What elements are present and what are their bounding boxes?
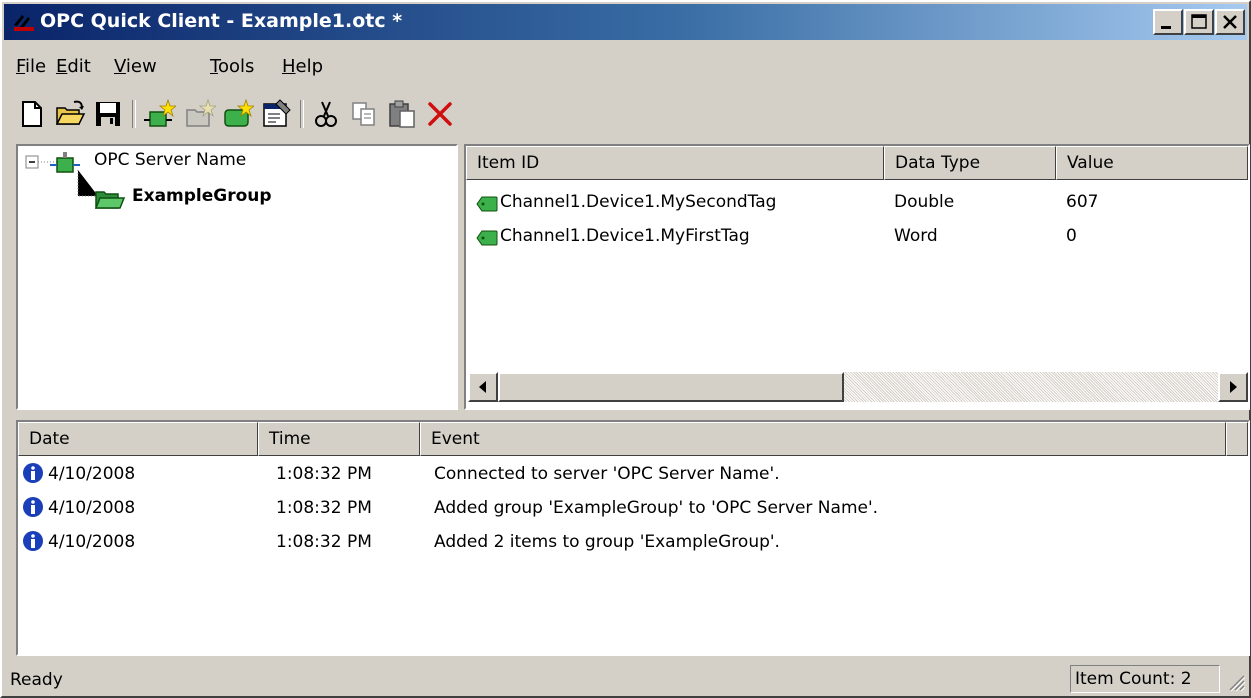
close-icon	[1223, 15, 1237, 29]
column-header-data-type[interactable]: Data Type	[884, 146, 1056, 180]
log-date-cell: 4/10/2008	[48, 532, 136, 552]
menu-file-accel: F	[16, 56, 26, 77]
new-server-icon[interactable]	[144, 98, 176, 130]
paste-icon[interactable]	[386, 98, 418, 130]
tag-icon	[476, 230, 498, 246]
menu-edit[interactable]: Edit	[56, 56, 91, 77]
new-file-icon[interactable]	[16, 98, 48, 130]
horizontal-scrollbar[interactable]	[468, 372, 1248, 402]
maximize-button[interactable]	[1184, 9, 1214, 35]
log-event-cell: Added group 'ExampleGroup' to 'OPC Serve…	[434, 498, 879, 518]
toolbar-separator	[132, 100, 136, 128]
toolbar-separator	[300, 100, 304, 128]
menu-edit-label: dit	[67, 56, 91, 77]
tree-pane[interactable]: OPC Server Name ExampleGroup	[16, 144, 458, 410]
item-id-cell: Channel1.Device1.MyFirstTag	[500, 226, 750, 246]
close-button[interactable]	[1215, 9, 1245, 35]
column-header-filler	[1226, 422, 1248, 456]
data-type-cell: Double	[894, 192, 955, 212]
menu-tools-accel: T	[210, 56, 218, 77]
open-folder-icon[interactable]	[54, 98, 86, 130]
menu-help[interactable]: Help	[282, 56, 323, 77]
value-cell: 0	[1066, 226, 1077, 246]
log-time-cell: 1:08:32 PM	[276, 532, 372, 552]
value-cell: 607	[1066, 192, 1099, 212]
properties-icon[interactable]	[260, 98, 292, 130]
window-title: OPC Quick Client - Example1.otc *	[40, 10, 403, 32]
app-icon	[14, 15, 34, 31]
toolbar	[4, 94, 1247, 134]
menu-edit-accel: E	[56, 56, 68, 77]
status-text: Ready	[10, 670, 63, 690]
event-log-pane[interactable]: Date Time Event 4/10/2008 1:08:32 PM Con…	[16, 420, 1250, 656]
info-icon	[23, 497, 43, 517]
copy-icon[interactable]	[348, 98, 380, 130]
column-header-item-id[interactable]: Item ID	[466, 146, 884, 180]
items-pane[interactable]: Item ID Data Type Value Channel1.Device1…	[464, 144, 1250, 410]
menu-help-accel: H	[282, 56, 296, 77]
column-header-value[interactable]: Value	[1056, 146, 1248, 180]
info-icon	[23, 463, 43, 483]
menu-file-label: ile	[25, 56, 47, 77]
save-icon[interactable]	[92, 98, 124, 130]
data-type-cell: Word	[894, 226, 938, 246]
server-icon	[50, 152, 80, 173]
cut-icon[interactable]	[310, 98, 342, 130]
menu-tools[interactable]: Tools	[210, 56, 254, 77]
item-id-cell: Channel1.Device1.MySecondTag	[500, 192, 777, 212]
new-item-icon[interactable]	[222, 98, 254, 130]
arrow-left-icon	[479, 381, 486, 393]
menu-tools-label: ools	[217, 56, 255, 77]
tree-server-label[interactable]: OPC Server Name	[94, 150, 246, 170]
menu-view[interactable]: View	[114, 56, 157, 77]
log-date-cell: 4/10/2008	[48, 464, 136, 484]
column-header-time[interactable]: Time	[258, 422, 420, 456]
tag-icon	[476, 196, 498, 212]
delete-icon[interactable]	[424, 98, 456, 130]
tree-group-label[interactable]: ExampleGroup	[132, 186, 272, 206]
resize-grip-icon[interactable]	[1226, 672, 1246, 692]
new-group-icon[interactable]	[184, 98, 216, 130]
scroll-right-button[interactable]	[1218, 372, 1248, 402]
menu-file[interactable]: File	[16, 56, 46, 77]
minimize-icon	[1161, 26, 1171, 29]
minimize-button[interactable]	[1153, 9, 1183, 35]
column-header-event[interactable]: Event	[420, 422, 1226, 456]
menu-help-label: elp	[295, 56, 324, 77]
info-icon	[23, 531, 43, 551]
log-event-cell: Added 2 items to group 'ExampleGroup'.	[434, 532, 780, 552]
item-count-panel: Item Count: 2	[1070, 665, 1220, 693]
maximize-icon	[1191, 14, 1207, 29]
status-bar: Ready Item Count: 2	[4, 662, 1247, 696]
arrow-right-icon	[1230, 381, 1237, 393]
scroll-thumb[interactable]	[498, 372, 844, 402]
app-window: OPC Quick Client - Example1.otc * File E…	[0, 0, 1251, 698]
group-folder-icon	[94, 191, 126, 209]
log-time-cell: 1:08:32 PM	[276, 464, 372, 484]
column-header-date[interactable]: Date	[18, 422, 258, 456]
log-date-cell: 4/10/2008	[48, 498, 136, 518]
log-event-cell: Connected to server 'OPC Server Name'.	[434, 464, 780, 484]
title-bar[interactable]: OPC Quick Client - Example1.otc *	[4, 4, 1247, 40]
log-time-cell: 1:08:32 PM	[276, 498, 372, 518]
menu-view-accel: V	[114, 56, 126, 77]
scroll-left-button[interactable]	[468, 372, 498, 402]
menu-view-label: iew	[125, 56, 157, 77]
